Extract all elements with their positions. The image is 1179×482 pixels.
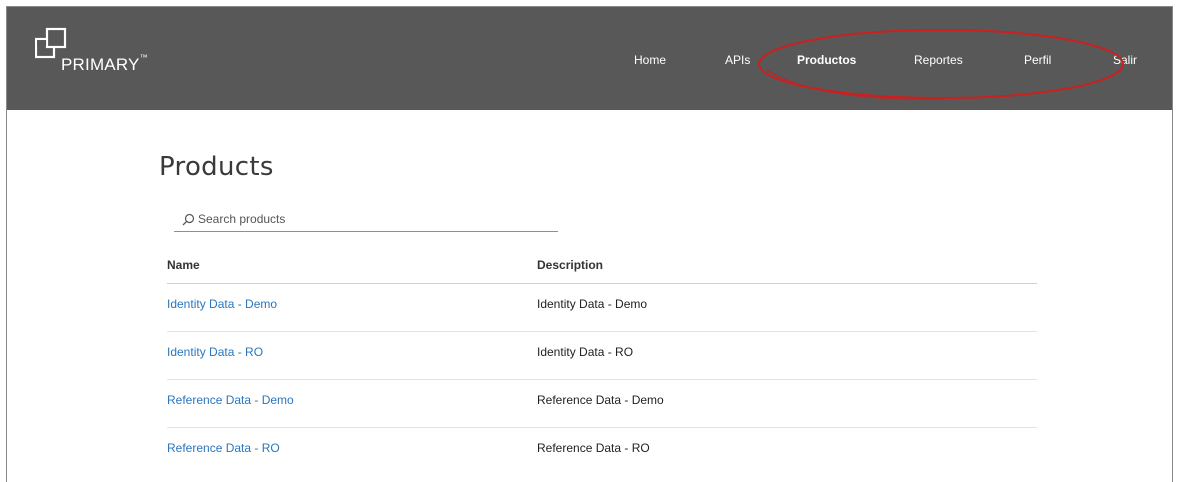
nav-item-perfil[interactable]: Perfil: [1024, 53, 1051, 67]
products-table: Name Description Identity Data - Demo Id…: [167, 250, 1037, 476]
product-link[interactable]: Identity Data - RO: [167, 345, 263, 359]
nav-item-apis[interactable]: APIs: [725, 53, 750, 67]
product-description: Identity Data - RO: [537, 345, 634, 359]
column-header-description[interactable]: Description: [537, 258, 603, 272]
top-header: PRIMARY™ Home APIs Productos Reportes Pe…: [7, 7, 1172, 110]
brand-name: PRIMARY™: [61, 53, 148, 74]
table-header: Name Description: [167, 250, 1037, 284]
product-description: Identity Data - Demo: [537, 297, 648, 311]
product-description: Reference Data - RO: [537, 441, 650, 455]
table-row: Reference Data - Demo Reference Data - D…: [167, 380, 1037, 428]
brand-logo[interactable]: PRIMARY™: [35, 25, 175, 75]
nav-item-home[interactable]: Home: [634, 53, 666, 67]
nav-item-salir[interactable]: Salir: [1113, 53, 1137, 67]
column-header-name[interactable]: Name: [167, 258, 200, 272]
product-description: Reference Data - Demo: [537, 393, 664, 407]
product-link[interactable]: Reference Data - Demo: [167, 393, 294, 407]
table-row: Identity Data - RO Identity Data - RO: [167, 332, 1037, 380]
nav-item-productos[interactable]: Productos: [797, 53, 856, 67]
product-link[interactable]: Reference Data - RO: [167, 441, 280, 455]
search-box[interactable]: [174, 208, 558, 232]
search-input[interactable]: [198, 210, 548, 228]
search-icon: [182, 213, 195, 226]
nav-item-reportes[interactable]: Reportes: [914, 53, 963, 67]
table-row: Reference Data - RO Reference Data - RO: [167, 428, 1037, 476]
browser-frame: PRIMARY™ Home APIs Productos Reportes Pe…: [6, 6, 1173, 482]
table-row: Identity Data - Demo Identity Data - Dem…: [167, 284, 1037, 332]
page-title: Products: [159, 152, 274, 182]
product-link[interactable]: Identity Data - Demo: [167, 297, 277, 311]
